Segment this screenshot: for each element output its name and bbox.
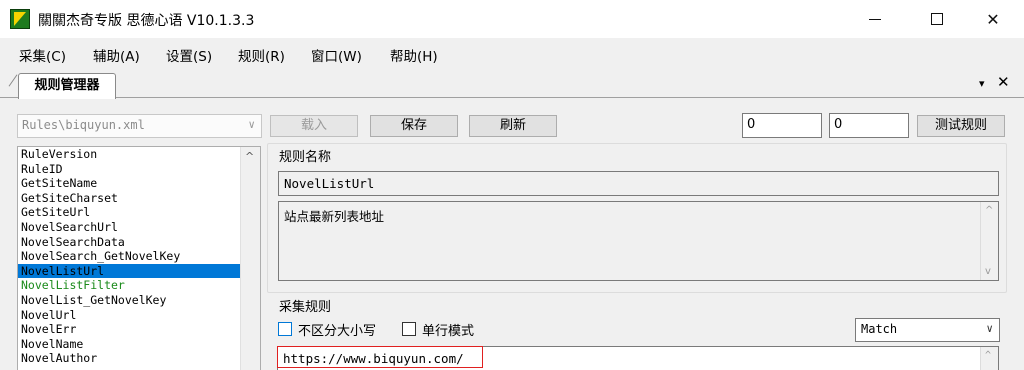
- maximize-button[interactable]: [914, 0, 960, 38]
- match-mode-select[interactable]: Match ∨: [855, 318, 1000, 342]
- menu-collect[interactable]: 采集(C): [19, 45, 66, 65]
- rule-list-item[interactable]: GetSiteName: [18, 176, 240, 191]
- rule-list-items: RuleVersion RuleID GetSiteName GetSiteChars…: [18, 147, 260, 366]
- rule-list-item[interactable]: RuleVersion: [18, 147, 240, 162]
- refresh-button[interactable]: 刷新: [469, 115, 557, 137]
- tab-rule-manager[interactable]: 规则管理器: [18, 73, 116, 99]
- tab-edge-decoration: [8, 74, 18, 87]
- rule-list-item[interactable]: NovelListFilter: [18, 278, 240, 293]
- scroll-up-icon[interactable]: ^: [985, 205, 993, 216]
- tab-dropdown-icon[interactable]: ▾: [979, 77, 985, 90]
- menu-rules[interactable]: 规则(R): [238, 45, 285, 65]
- rule-file-select[interactable]: Rules\biquyun.xml ∨: [17, 114, 262, 138]
- test-rule-button[interactable]: 测试规则: [917, 115, 1005, 137]
- menu-bar: 采集(C) 辅助(A) 设置(S) 规则(R) 窗口(W) 帮助(H): [0, 38, 1024, 68]
- rule-description-text: 站点最新列表地址: [284, 209, 385, 224]
- rule-list-item[interactable]: NovelName: [18, 337, 240, 352]
- rule-list-item[interactable]: NovelAuthor: [18, 351, 240, 366]
- description-scrollbar[interactable]: ^ v: [980, 202, 998, 280]
- rule-list-item[interactable]: GetSiteCharset: [18, 191, 240, 206]
- rule-name-label: 规则名称: [279, 150, 332, 165]
- rule-list-item[interactable]: NovelSearchData: [18, 235, 240, 250]
- load-button[interactable]: 载入: [270, 115, 358, 137]
- scroll-up-icon[interactable]: ^: [985, 350, 991, 361]
- document-tab-strip: 规则管理器 ▾ ✕: [0, 68, 1024, 99]
- menu-help[interactable]: 帮助(H): [390, 45, 438, 65]
- rule-list-item[interactable]: NovelListUrl: [18, 263, 240, 279]
- rule-list-scrollbar[interactable]: ^: [240, 147, 260, 370]
- save-button[interactable]: 保存: [370, 115, 458, 137]
- window-title: 關關杰奇专版 思德心语 V10.1.3.3: [38, 13, 255, 29]
- rule-list-item[interactable]: NovelErr: [18, 322, 240, 337]
- close-window-button[interactable]: ✕: [970, 0, 1016, 38]
- number-input-1[interactable]: 0: [742, 113, 822, 138]
- number-input-2[interactable]: 0: [829, 113, 909, 138]
- rule-file-value: Rules\biquyun.xml: [22, 118, 145, 132]
- url-highlight-box: [277, 346, 483, 368]
- collect-rule-scrollbar[interactable]: ^: [980, 347, 998, 370]
- case-insensitive-label: 不区分大小写: [298, 324, 377, 339]
- single-line-label: 单行模式: [422, 324, 475, 339]
- maximize-icon: [931, 13, 943, 25]
- minimize-icon: [869, 18, 881, 20]
- close-icon: ✕: [986, 9, 1000, 29]
- rule-list-item[interactable]: NovelSearch_GetNovelKey: [18, 249, 240, 264]
- rule-list-item[interactable]: NovelUrl: [18, 308, 240, 323]
- menu-window[interactable]: 窗口(W): [311, 45, 362, 65]
- case-insensitive-checkbox[interactable]: [278, 322, 292, 336]
- chevron-down-icon: ∨: [248, 118, 255, 131]
- scroll-up-icon[interactable]: ^: [245, 150, 254, 163]
- minimize-button[interactable]: [852, 0, 898, 38]
- rule-list-item[interactable]: GetSiteUrl: [18, 205, 240, 220]
- rule-list-item[interactable]: NovelSearchUrl: [18, 220, 240, 235]
- tab-close-icon[interactable]: ✕: [997, 73, 1010, 91]
- menu-assist[interactable]: 辅助(A): [93, 45, 140, 65]
- chevron-down-icon: ∨: [986, 322, 993, 335]
- rule-list-item[interactable]: RuleID: [18, 162, 240, 177]
- app-logo-icon: [10, 9, 30, 29]
- single-line-checkbox[interactable]: [402, 322, 416, 336]
- collect-rule-label: 采集规则: [279, 300, 332, 315]
- menu-settings[interactable]: 设置(S): [166, 45, 212, 65]
- rule-list-item[interactable]: NovelList_GetNovelKey: [18, 293, 240, 308]
- title-bar: 關關杰奇专版 思德心语 V10.1.3.3 ✕: [0, 0, 1024, 38]
- rule-list[interactable]: RuleVersion RuleID GetSiteName GetSiteChars…: [17, 146, 261, 370]
- rule-name-field[interactable]: NovelListUrl: [278, 171, 999, 196]
- match-mode-value: Match: [861, 322, 898, 336]
- scroll-down-icon[interactable]: v: [985, 266, 991, 277]
- rule-description-field[interactable]: 站点最新列表地址 ^ v: [278, 201, 999, 281]
